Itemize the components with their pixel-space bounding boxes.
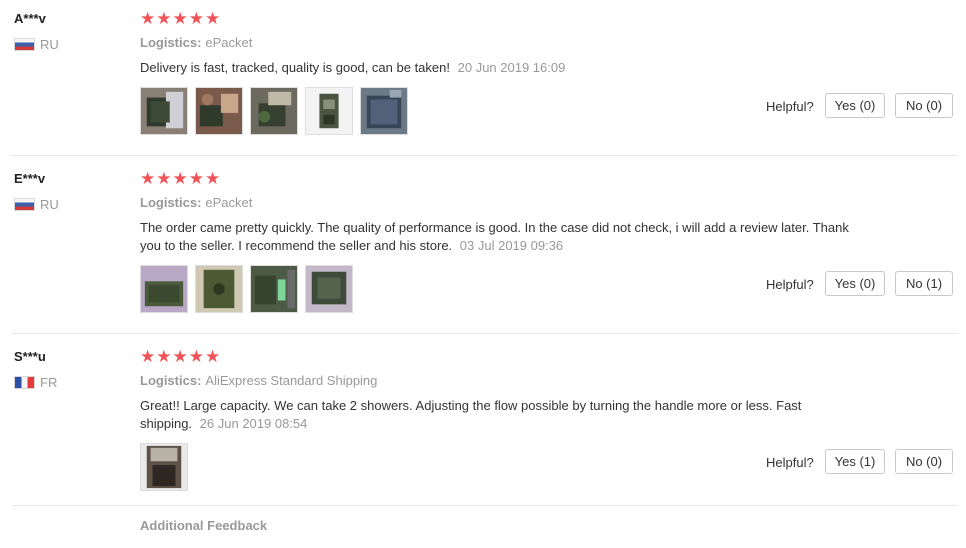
star-icon: ★ xyxy=(156,9,172,28)
review-date: 26 Jun 2019 08:54 xyxy=(199,416,308,431)
reviewer-name: E***v xyxy=(14,171,46,186)
logistics-label: Logistics: xyxy=(140,195,202,210)
review-date: 03 Jul 2019 09:36 xyxy=(459,238,564,253)
reviewer-country: RU xyxy=(14,37,59,52)
review-divider xyxy=(12,333,958,334)
logistics-label: Logistics: xyxy=(140,373,202,388)
logistics-value: ePacket xyxy=(205,35,253,50)
logistics-label: Logistics: xyxy=(140,35,202,50)
review-photo-thumbnail[interactable] xyxy=(195,265,243,313)
star-icon: ★ xyxy=(140,169,156,188)
star-icon: ★ xyxy=(205,347,221,366)
helpful-no-button[interactable]: No (0) xyxy=(895,93,953,118)
review-photo-thumbnail[interactable] xyxy=(140,443,188,491)
star-icon: ★ xyxy=(205,169,221,188)
review-photo-thumbnail[interactable] xyxy=(360,87,408,135)
review-photo-thumbnail[interactable] xyxy=(140,265,188,313)
additional-feedback-heading: Additional Feedback xyxy=(140,518,268,533)
helpful-label: Helpful? xyxy=(766,277,814,292)
helpful-yes-button[interactable]: Yes (0) xyxy=(825,93,885,118)
star-icon: ★ xyxy=(172,9,188,28)
review-text: Great!! Large capacity. We can take 2 sh… xyxy=(140,397,850,433)
review-text: The order came pretty quickly. The quali… xyxy=(140,219,850,255)
star-icon: ★ xyxy=(156,169,172,188)
star-rating: ★ ★ ★ ★ ★ xyxy=(140,348,220,365)
logistics-info: Logistics: AliExpress Standard Shipping xyxy=(140,373,377,388)
review-photo-thumbnail[interactable] xyxy=(305,87,353,135)
logistics-value: ePacket xyxy=(205,195,253,210)
review-divider xyxy=(12,155,958,156)
country-code: RU xyxy=(40,37,59,52)
star-icon: ★ xyxy=(188,169,204,188)
logistics-info: Logistics: ePacket xyxy=(140,35,252,50)
russia-flag-icon xyxy=(14,198,35,211)
star-icon: ★ xyxy=(188,9,204,28)
review-photo-thumbnail[interactable] xyxy=(140,87,188,135)
helpful-label: Helpful? xyxy=(766,455,814,470)
star-icon: ★ xyxy=(172,347,188,366)
star-rating: ★ ★ ★ ★ ★ xyxy=(140,10,220,27)
review-date: 20 Jun 2019 16:09 xyxy=(457,60,566,75)
reviewer-name: S***u xyxy=(14,349,46,364)
star-icon: ★ xyxy=(172,169,188,188)
review-divider xyxy=(12,505,958,506)
star-icon: ★ xyxy=(156,347,172,366)
review-photo-thumbnail[interactable] xyxy=(250,265,298,313)
star-icon: ★ xyxy=(140,9,156,28)
reviewer-country: RU xyxy=(14,197,59,212)
review-photo-thumbnail[interactable] xyxy=(305,265,353,313)
star-rating: ★ ★ ★ ★ ★ xyxy=(140,170,220,187)
france-flag-icon xyxy=(14,376,35,389)
star-icon: ★ xyxy=(188,347,204,366)
review-photos xyxy=(140,87,408,135)
review-photo-thumbnail[interactable] xyxy=(195,87,243,135)
helpful-no-button[interactable]: No (0) xyxy=(895,449,953,474)
review-text: Delivery is fast, tracked, quality is go… xyxy=(140,59,850,77)
star-icon: ★ xyxy=(140,347,156,366)
helpful-no-button[interactable]: No (1) xyxy=(895,271,953,296)
logistics-info: Logistics: ePacket xyxy=(140,195,252,210)
review-photos xyxy=(140,443,188,491)
review-photos xyxy=(140,265,353,313)
country-code: RU xyxy=(40,197,59,212)
star-icon: ★ xyxy=(205,9,221,28)
reviewer-country: FR xyxy=(14,375,57,390)
helpful-yes-button[interactable]: Yes (1) xyxy=(825,449,885,474)
review-body: Delivery is fast, tracked, quality is go… xyxy=(140,60,450,75)
logistics-value: AliExpress Standard Shipping xyxy=(205,373,378,388)
russia-flag-icon xyxy=(14,38,35,51)
reviewer-name: A***v xyxy=(14,11,46,26)
helpful-label: Helpful? xyxy=(766,99,814,114)
country-code: FR xyxy=(40,375,58,390)
review-photo-thumbnail[interactable] xyxy=(250,87,298,135)
helpful-yes-button[interactable]: Yes (0) xyxy=(825,271,885,296)
